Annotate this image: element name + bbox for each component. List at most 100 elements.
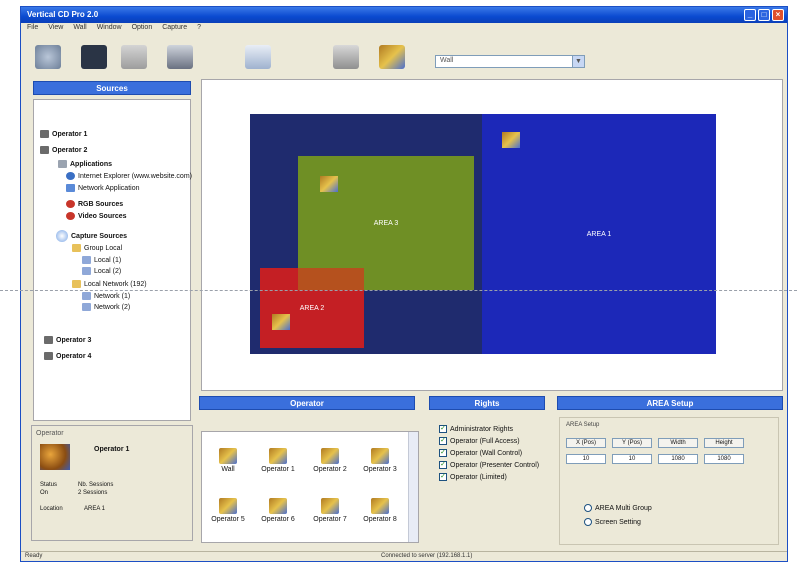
multi-group-option[interactable]: AREA Multi Group bbox=[584, 504, 652, 512]
operator-marker-icon[interactable] bbox=[272, 314, 290, 330]
tree-item[interactable]: Network (1) bbox=[82, 292, 130, 300]
close-button[interactable]: × bbox=[772, 9, 784, 21]
network-icon bbox=[66, 184, 75, 192]
list-item[interactable]: Operator 8 bbox=[358, 498, 402, 523]
rights-header: Rights bbox=[429, 396, 545, 410]
tree-item[interactable]: Operator 4 bbox=[44, 352, 91, 360]
source-icon bbox=[82, 267, 91, 275]
tree-item[interactable]: RGB Sources bbox=[66, 200, 123, 208]
operator-icon bbox=[219, 498, 237, 514]
sessions-value: 2 Sessions bbox=[78, 490, 108, 496]
list-item[interactable]: Operator 2 bbox=[308, 448, 352, 473]
height-field[interactable]: 1080 bbox=[704, 454, 744, 464]
list-item[interactable]: Operator 1 bbox=[256, 448, 300, 473]
wall-canvas[interactable]: AREA 1 AREA 2 AREA 3 bbox=[201, 79, 783, 391]
right-presenter-checkbox[interactable]: ✓ Operator (Presenter Control) bbox=[439, 461, 539, 469]
operator-icon bbox=[40, 146, 49, 154]
area-overlap bbox=[298, 268, 364, 290]
check-icon: ✓ bbox=[439, 425, 447, 433]
status-bar: Ready Connected to server (192.168.1.1) bbox=[21, 551, 787, 561]
y-pos-field[interactable]: 10 bbox=[612, 454, 652, 464]
right-admin-checkbox[interactable]: ✓ Administrator Rights bbox=[439, 425, 539, 433]
tree-item[interactable]: Network (2) bbox=[82, 303, 130, 311]
app-window: Vertical CD Pro 2.0 _ □ × File View Wall… bbox=[20, 6, 788, 562]
layout-icon[interactable] bbox=[333, 45, 359, 69]
operator-marker-icon[interactable] bbox=[502, 132, 520, 148]
tree-item[interactable]: Local Network (192) bbox=[72, 280, 147, 288]
menu-window[interactable]: Window bbox=[97, 24, 122, 34]
operator-icon bbox=[44, 336, 53, 344]
operator-icon bbox=[371, 448, 389, 464]
tree-item[interactable]: Operator 2 bbox=[40, 146, 87, 154]
right-limited-checkbox[interactable]: ✓ Operator (Limited) bbox=[439, 473, 539, 481]
operator-header: Operator bbox=[199, 396, 415, 410]
tree-item[interactable]: Network Application bbox=[66, 184, 139, 192]
tree-item[interactable]: Capture Sources bbox=[56, 230, 127, 242]
operators-icon[interactable] bbox=[379, 45, 405, 69]
connect-icon[interactable] bbox=[35, 45, 61, 69]
wall-select[interactable]: Wall ▼ bbox=[435, 55, 585, 68]
menu-wall[interactable]: Wall bbox=[73, 24, 86, 34]
area-1[interactable]: AREA 1 bbox=[482, 114, 716, 354]
location-value: AREA 1 bbox=[84, 506, 106, 512]
list-item[interactable]: Wall bbox=[206, 448, 250, 473]
menu-bar: File View Wall Window Option Capture ? bbox=[21, 23, 787, 35]
operator-icon bbox=[40, 130, 49, 138]
operators-list: Wall Operator 1 Operator 2 Operator 3 Op… bbox=[201, 431, 419, 543]
col-y-header: Y (Pos) bbox=[612, 438, 652, 448]
list-item[interactable]: Operator 7 bbox=[308, 498, 352, 523]
tree-item[interactable]: Applications bbox=[58, 160, 112, 168]
scrollbar[interactable] bbox=[408, 432, 418, 542]
operator-marker-icon[interactable] bbox=[320, 176, 338, 192]
right-full-checkbox[interactable]: ✓ Operator (Full Access) bbox=[439, 437, 539, 445]
col-x-header: X (Pos) bbox=[566, 438, 606, 448]
operator-info-panel: Operator Operator 1 Status On Nb. Sessio… bbox=[31, 425, 193, 541]
check-icon: ✓ bbox=[439, 449, 447, 457]
wall-select-value: Wall bbox=[440, 57, 454, 64]
video-wall[interactable]: AREA 1 AREA 2 AREA 3 bbox=[250, 114, 716, 354]
right-wall-checkbox[interactable]: ✓ Operator (Wall Control) bbox=[439, 449, 539, 457]
width-field[interactable]: 1080 bbox=[658, 454, 698, 464]
operator-icon bbox=[44, 352, 53, 360]
status-left: Ready bbox=[25, 553, 43, 559]
menu-capture[interactable]: Capture bbox=[162, 24, 187, 34]
tree-item[interactable]: Video Sources bbox=[66, 212, 127, 220]
folder-icon bbox=[72, 244, 81, 252]
tree-item[interactable]: Operator 1 bbox=[40, 130, 87, 138]
printer-icon[interactable] bbox=[121, 45, 147, 69]
menu-view[interactable]: View bbox=[48, 24, 63, 34]
guide-line bbox=[0, 290, 797, 291]
menu-help[interactable]: ? bbox=[197, 24, 201, 34]
check-icon: ✓ bbox=[439, 473, 447, 481]
source-icon bbox=[82, 303, 91, 311]
monitor-icon[interactable] bbox=[81, 45, 107, 69]
screen-setting-option[interactable]: Screen Setting bbox=[584, 518, 641, 526]
tree-item[interactable]: Group Local bbox=[72, 244, 122, 252]
video-icon bbox=[66, 212, 75, 220]
list-item[interactable]: Operator 6 bbox=[256, 498, 300, 523]
operator-icon bbox=[269, 448, 287, 464]
operator-icon bbox=[321, 448, 339, 464]
tree-item[interactable]: Internet Explorer (www.website.com) bbox=[66, 172, 192, 180]
folder-icon bbox=[58, 160, 67, 168]
area-setup-header: AREA Setup bbox=[557, 396, 783, 410]
sources-header: Sources bbox=[33, 81, 191, 95]
menu-file[interactable]: File bbox=[27, 24, 38, 34]
maximize-button[interactable]: □ bbox=[758, 9, 770, 21]
minimize-button[interactable]: _ bbox=[744, 9, 756, 21]
check-icon: ✓ bbox=[439, 461, 447, 469]
operator-icon bbox=[269, 498, 287, 514]
tree-item[interactable]: Local (1) bbox=[82, 256, 121, 264]
device-icon[interactable] bbox=[167, 45, 193, 69]
capture-icon[interactable] bbox=[245, 45, 271, 69]
tree-item[interactable]: Operator 3 bbox=[44, 336, 91, 344]
menu-option[interactable]: Option bbox=[132, 24, 153, 34]
x-pos-field[interactable]: 10 bbox=[566, 454, 606, 464]
chevron-down-icon[interactable]: ▼ bbox=[572, 56, 584, 67]
avatar bbox=[40, 444, 70, 470]
list-item[interactable]: Operator 3 bbox=[358, 448, 402, 473]
source-icon bbox=[82, 292, 91, 300]
list-item[interactable]: Operator 5 bbox=[206, 498, 250, 523]
radio-icon bbox=[584, 518, 592, 526]
tree-item[interactable]: Local (2) bbox=[82, 267, 121, 275]
